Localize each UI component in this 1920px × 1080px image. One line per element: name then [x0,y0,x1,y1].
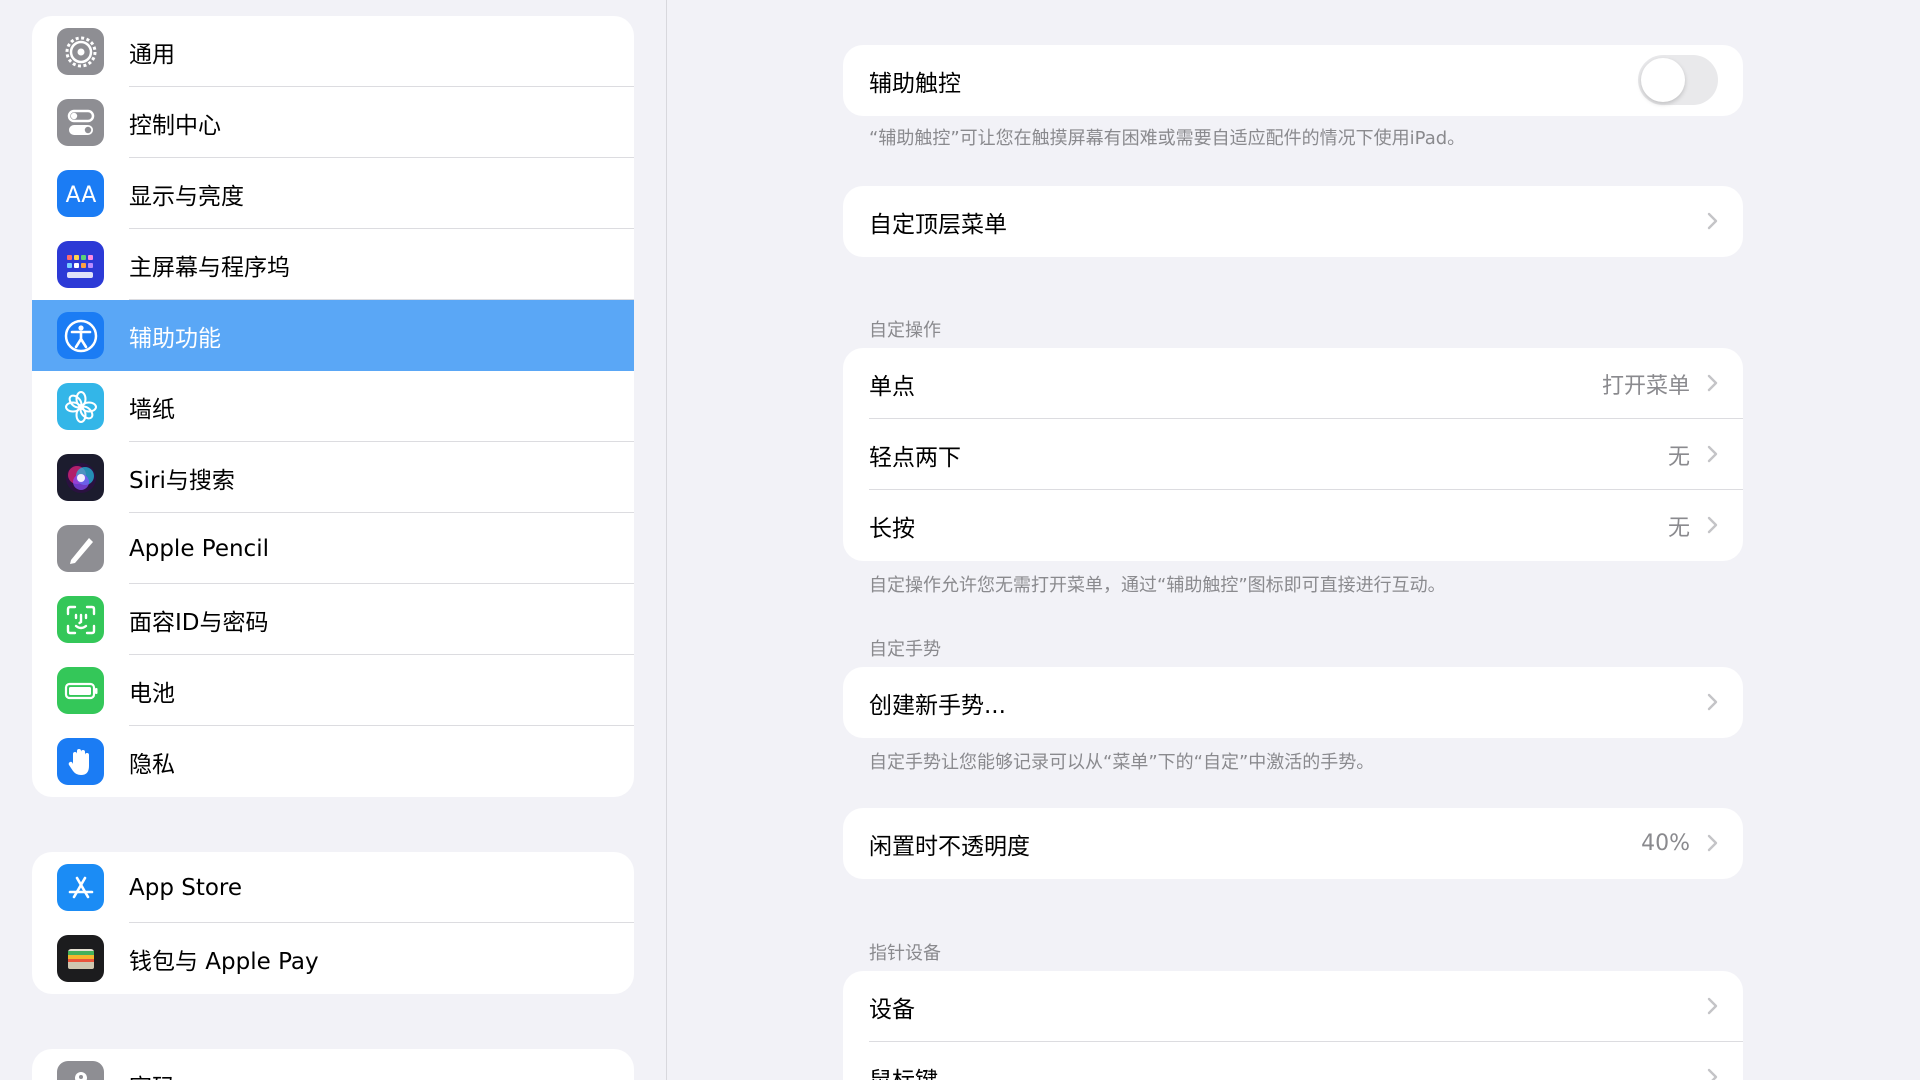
sidebar-item-label: 通用 [129,41,175,68]
sidebar-item-app-store[interactable]: App Store [32,852,634,923]
chevron-right-icon [1707,1068,1718,1080]
sidebar-item-label: Apple Pencil [129,535,269,562]
sidebar-item-label: 显示与亮度 [129,183,244,210]
sidebar-item-label: 隐私 [129,751,175,778]
sidebar-item-control-center[interactable]: 控制中心 [32,87,634,158]
customize-menu-row[interactable]: 自定顶层菜单 [843,186,1743,257]
accessibility-icon [57,312,104,359]
chevron-right-icon [1707,997,1718,1015]
hand-icon [57,738,104,785]
idle-opacity-row[interactable]: 闲置时不透明度 40% [843,808,1743,879]
sidebar-item-wallpaper[interactable]: 墙纸 [32,371,634,442]
sidebar-item-apple-pencil[interactable]: Apple Pencil [32,513,634,584]
siri-icon [57,454,104,501]
custom-gestures-footer: 自定手势让您能够记录可以从“菜单”下的“自定”中激活的手势。 [869,752,1375,773]
sidebar-item-label: 密码 [129,1049,175,1080]
chevron-right-icon [1707,834,1718,852]
long-press-label: 长按 [869,515,915,542]
svg-text:AA: AA [65,183,96,208]
sidebar-item-privacy[interactable]: 隐私 [32,726,634,797]
sidebar-group-system: 通用 控制中心 AA 显示与亮度 主屏幕与程序坞 辅助功能 墙纸 Siri与搜索… [32,16,634,797]
custom-actions-card: 单点 打开菜单 轻点两下 无 长按 无 [843,348,1743,561]
sidebar-item-label: 主屏幕与程序坞 [129,254,290,281]
create-gesture-label: 创建新手势... [869,692,1006,719]
toggles-icon [57,99,104,146]
sidebar-item-passwords[interactable]: 密码 [32,1049,634,1080]
chevron-right-icon [1707,693,1718,711]
idle-opacity-label: 闲置时不透明度 [869,833,1030,860]
sidebar-item-accessibility[interactable]: 辅助功能 [32,300,634,371]
create-gesture-row[interactable]: 创建新手势... [843,667,1743,738]
customize-menu-label: 自定顶层菜单 [869,211,1007,238]
idle-opacity-value: 40% [1641,831,1690,856]
sidebar-item-battery[interactable]: 电池 [32,655,634,726]
assistive-touch-label: 辅助触控 [869,70,961,97]
pencil-icon [57,525,104,572]
flower-icon [57,383,104,430]
sidebar-item-label: 钱包与 Apple Pay [129,948,319,975]
sidebar-item-siri[interactable]: Siri与搜索 [32,442,634,513]
gear-icon [57,28,104,75]
pointer-devices-card: 设备 鼠标键 [843,971,1743,1080]
sidebar-item-home-screen[interactable]: 主屏幕与程序坞 [32,229,634,300]
pointer-devices-header: 指针设备 [869,943,941,964]
toggle-knob [1641,58,1685,102]
double-tap-label: 轻点两下 [869,444,961,471]
single-tap-value: 打开菜单 [1601,373,1690,399]
assistive-touch-row: 辅助触控 [843,45,1743,116]
sidebar-item-label: 控制中心 [129,112,221,139]
wallet-icon [57,935,104,982]
sidebar-item-label: Siri与搜索 [129,467,235,494]
sidebar-group-store: App Store 钱包与 Apple Pay [32,852,634,994]
double-tap-row[interactable]: 轻点两下 无 [843,419,1743,490]
chevron-right-icon [1707,516,1718,534]
assistive-touch-toggle[interactable] [1638,55,1718,105]
sidebar-item-label: 电池 [129,680,175,707]
chevron-right-icon [1707,374,1718,392]
key-icon [57,1061,104,1080]
devices-label: 设备 [869,996,915,1023]
single-tap-row[interactable]: 单点 打开菜单 [843,348,1743,419]
long-press-row[interactable]: 长按 无 [843,490,1743,561]
text-size-icon: AA [57,170,104,217]
sidebar-group-passwords: 密码 [32,1049,634,1080]
assistive-touch-footer: “辅助触控”可让您在触摸屏幕有困难或需要自适应配件的情况下使用iPad。 [869,128,1466,149]
mouse-keys-label: 鼠标键 [869,1042,938,1080]
idle-opacity-card: 闲置时不透明度 40% [843,808,1743,879]
sidebar-item-display[interactable]: AA 显示与亮度 [32,158,634,229]
sidebar-item-general[interactable]: 通用 [32,16,634,87]
home-grid-icon [57,241,104,288]
assistive-touch-pane: 辅助触控 “辅助触控”可让您在触摸屏幕有困难或需要自适应配件的情况下使用iPad… [668,0,1920,1080]
sidebar-item-label: 面容ID与密码 [129,609,269,636]
sidebar-item-wallet[interactable]: 钱包与 Apple Pay [32,923,634,994]
long-press-value: 无 [1667,515,1690,541]
custom-actions-footer: 自定操作允许您无需打开菜单，通过“辅助触控”图标即可直接进行互动。 [869,575,1446,596]
settings-sidebar: 通用 控制中心 AA 显示与亮度 主屏幕与程序坞 辅助功能 墙纸 Siri与搜索… [0,0,667,1080]
sidebar-item-label: 墙纸 [129,396,175,423]
custom-actions-header: 自定操作 [869,320,941,341]
sidebar-item-label: App Store [129,874,243,901]
devices-row[interactable]: 设备 [843,971,1743,1042]
battery-icon [57,667,104,714]
customize-menu-card: 自定顶层菜单 [843,186,1743,257]
sidebar-item-face-id[interactable]: 面容ID与密码 [32,584,634,655]
mouse-keys-row[interactable]: 鼠标键 [843,1042,1743,1080]
single-tap-label: 单点 [869,373,915,400]
chevron-right-icon [1707,212,1718,230]
sidebar-item-label: 辅助功能 [129,325,221,352]
double-tap-value: 无 [1667,444,1690,470]
chevron-right-icon [1707,445,1718,463]
assistive-touch-card: 辅助触控 [843,45,1743,116]
custom-gestures-card: 创建新手势... [843,667,1743,738]
custom-gestures-header: 自定手势 [869,639,941,660]
face-id-icon [57,596,104,643]
app-store-icon [57,864,104,911]
